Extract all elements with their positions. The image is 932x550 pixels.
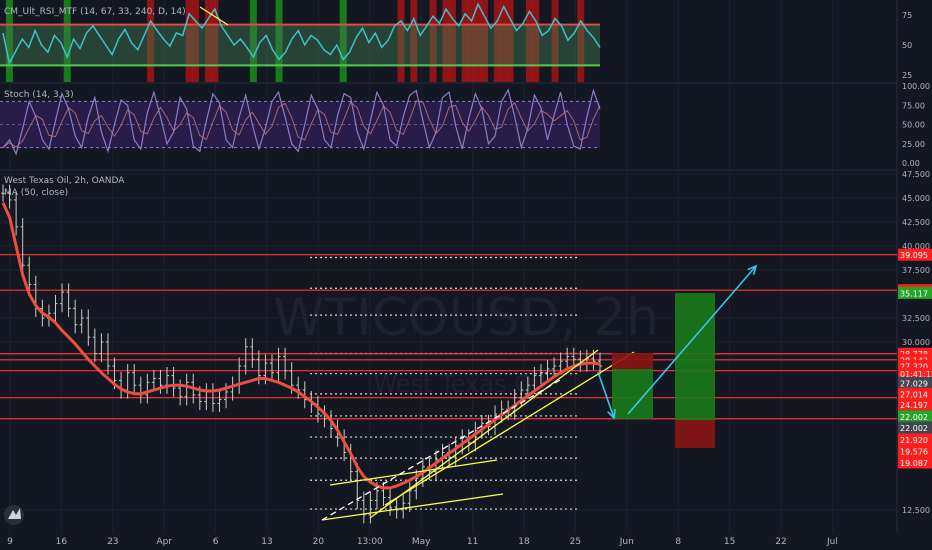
price-tick-label: 32.500 [902, 314, 930, 323]
price-tick-label: 42.500 [902, 218, 930, 227]
time-tick-label: 13 [261, 537, 272, 547]
short-stop-box [612, 353, 653, 369]
price-label-text: 19.576 [900, 447, 928, 456]
time-tick-label: 23 [107, 537, 118, 547]
time-tick-label: 18 [518, 537, 530, 547]
time-tick-label: 16 [56, 537, 68, 547]
stoch-tick-label: 100.00 [902, 82, 930, 91]
stoch-tick-label: 75.00 [902, 101, 925, 110]
time-tick-label: 6 [213, 537, 219, 547]
time-tick-label: Apr [156, 537, 172, 547]
logo-icon[interactable] [4, 505, 24, 525]
price-label-text: 22.002 [900, 413, 928, 422]
long-stop-box [675, 420, 715, 448]
rsi-title[interactable]: CM_Ult_RSI_MTF (14, 67, 33, 240, D, 14) [4, 7, 186, 17]
time-tick-label: 11 [467, 537, 478, 547]
rsi-tick-label: 75 [902, 11, 912, 20]
price-tick-label: 47.500 [902, 170, 930, 179]
time-tick-label: 22 [775, 537, 786, 547]
price-label-text: 24.197 [900, 401, 928, 410]
price-label-text: 27.029 [900, 379, 928, 388]
rsi-band-fill [0, 24, 600, 66]
price-tick-label: 12.500 [902, 506, 930, 515]
rsi-tick-label: 50 [902, 41, 912, 50]
watermark-symbol: WTICOUSD, 2h [273, 288, 659, 348]
long-target-box [675, 293, 715, 420]
ma-legend[interactable]: MA (50, close) [4, 188, 68, 198]
time-tick-label: 8 [675, 537, 681, 547]
stoch-title[interactable]: Stoch (14, 3, 3) [4, 90, 74, 100]
time-tick-label: 13:00 [357, 537, 383, 547]
price-label-text: 21.920 [900, 436, 928, 445]
price-title[interactable]: West Texas Oil, 2h, OANDA [4, 176, 125, 186]
price-label-text: 35.117 [900, 289, 928, 298]
stoch-tick-label: 0.00 [902, 159, 920, 168]
time-tick-label: Jun [619, 537, 634, 547]
price-tick-label: 30.000 [902, 338, 930, 347]
time-tick-label: Jul [826, 537, 838, 547]
price-label-text: 22.002 [900, 424, 928, 433]
price-tick-label: 37.500 [902, 266, 930, 275]
chart-stage: WTICOUSD, 2h West Texas Oil 9 16 23 Apr 6 13 2… [0, 0, 932, 550]
price-label-text: 39.095 [900, 251, 928, 260]
stoch-tick-label: 25.00 [902, 140, 925, 149]
time-tick-label: May [412, 537, 431, 547]
short-target-box [612, 369, 653, 419]
price-label-text: 27.014 [900, 390, 928, 399]
stoch-tick-label: 50.00 [902, 121, 925, 130]
time-tick-label: 9 [7, 537, 13, 547]
time-tick-label: 20 [313, 537, 325, 547]
time-tick-label: 15 [724, 537, 735, 547]
rsi-tick-label: 25 [902, 71, 912, 80]
price-label-text: 19.087 [900, 459, 928, 468]
price-tick-label: 45.000 [902, 194, 930, 203]
time-tick-label: 25 [570, 537, 581, 547]
